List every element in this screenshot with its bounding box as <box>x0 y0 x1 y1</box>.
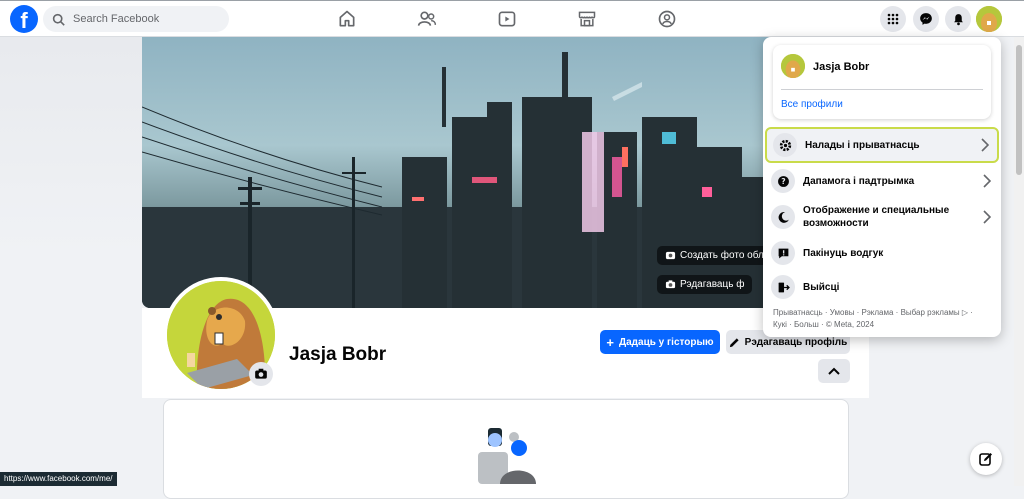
top-navigation-bar: f <box>0 0 1024 37</box>
search-icon <box>52 13 65 26</box>
menu-item-give-feedback[interactable]: Пакінуць водгук <box>765 237 999 269</box>
notifications-button[interactable] <box>945 6 971 32</box>
menu-footer-links[interactable]: Прыватнасць · Умовы · Рэклама · Выбар рэ… <box>773 307 995 331</box>
chevron-right-icon <box>983 210 991 224</box>
link-preview-status: https://www.facebook.com/me/ <box>0 472 117 486</box>
cover-photo[interactable]: Создать фото обл Рэдагаваць ф <box>142 37 869 308</box>
chevron-right-icon <box>983 174 991 188</box>
bell-icon <box>953 13 963 25</box>
menu-item-settings-privacy[interactable]: Налады і прыватнасць <box>765 127 999 163</box>
footer-line[interactable]: Кукі · Больш · © Meta, 2024 <box>773 319 995 331</box>
menu-item-label: Выйсці <box>803 281 840 293</box>
edit-cover-photo-label: Рэдагаваць ф <box>680 279 745 290</box>
marketplace-icon[interactable] <box>577 9 597 29</box>
account-avatar-button[interactable] <box>976 6 1002 32</box>
create-cover-photo-label: Создать фото обл <box>680 250 764 261</box>
chevron-up-icon <box>828 367 840 375</box>
menu-grid-icon <box>887 13 899 25</box>
account-menu: Jasja Bobr Все профили Налады і прыватна… <box>763 37 1001 337</box>
edit-cover-photo-button[interactable]: Рэдагаваць ф <box>657 275 753 294</box>
menu-profile-name: Jasja Bobr <box>813 61 870 73</box>
help-icon: ? <box>771 169 795 193</box>
facebook-logo[interactable]: f <box>10 5 38 33</box>
profile-name: Jasja Bobr <box>289 344 387 365</box>
menu-divider <box>781 89 983 90</box>
menu-grid-button[interactable] <box>880 6 906 32</box>
beaver-avatar-icon <box>976 6 1002 32</box>
menu-avatar <box>781 54 805 78</box>
scrollbar-thumb[interactable] <box>1016 45 1022 175</box>
cover-city-image <box>142 52 869 308</box>
video-icon[interactable] <box>497 9 517 29</box>
friends-icon[interactable] <box>417 9 437 29</box>
beaver-avatar-icon <box>781 54 805 78</box>
menu-item-help-support[interactable]: ? Дапамога і падтрымка <box>765 165 999 197</box>
groups-icon[interactable] <box>657 9 677 29</box>
search-box[interactable] <box>43 6 229 32</box>
menu-item-display-accessibility[interactable]: Отображение и специальные возможности <box>765 199 999 235</box>
messenger-icon <box>920 13 932 25</box>
logout-icon <box>771 275 795 299</box>
collapse-button[interactable] <box>818 359 850 383</box>
menu-profile-card[interactable]: Jasja Bobr Все профили <box>773 45 991 119</box>
search-input[interactable] <box>71 12 225 26</box>
svg-text:?: ? <box>781 177 785 186</box>
add-to-story-button[interactable]: + Дадаць у гісторыю <box>600 330 720 354</box>
messenger-button[interactable] <box>913 6 939 32</box>
add-to-story-label: Дадаць у гісторыю <box>619 336 714 348</box>
camera-icon <box>255 368 267 379</box>
page-background <box>0 37 142 257</box>
content-card <box>163 399 849 499</box>
menu-item-label: Налады і прыватнасць <box>805 139 920 151</box>
moon-icon <box>771 205 795 229</box>
menu-item-label: Пакінуць водгук <box>803 247 884 259</box>
new-message-button[interactable] <box>970 443 1002 475</box>
footer-line[interactable]: Прыватнасць · Умовы · Рэклама · Выбар рэ… <box>773 307 995 319</box>
all-profiles-link[interactable]: Все профили <box>781 99 843 110</box>
compose-icon <box>979 453 992 466</box>
camera-icon <box>665 280 676 289</box>
gear-icon <box>773 133 797 157</box>
pencil-icon <box>729 337 739 347</box>
home-icon[interactable] <box>337 9 357 29</box>
edit-profile-label: Рэдагаваць профіль <box>744 336 848 348</box>
chevron-right-icon <box>981 138 989 152</box>
cover-photo-icon <box>665 251 676 260</box>
menu-item-label: Дапамога і падтрымка <box>803 175 915 187</box>
window-top-border <box>0 0 1024 1</box>
plus-icon: + <box>606 334 614 350</box>
create-cover-photo-button[interactable]: Создать фото обл <box>657 246 772 265</box>
feedback-icon <box>771 241 795 265</box>
people-illustration-icon <box>478 428 536 484</box>
menu-item-label: Отображение и специальные возможности <box>803 205 950 229</box>
menu-item-log-out[interactable]: Выйсці <box>765 271 999 303</box>
update-profile-picture-button[interactable] <box>249 362 273 386</box>
